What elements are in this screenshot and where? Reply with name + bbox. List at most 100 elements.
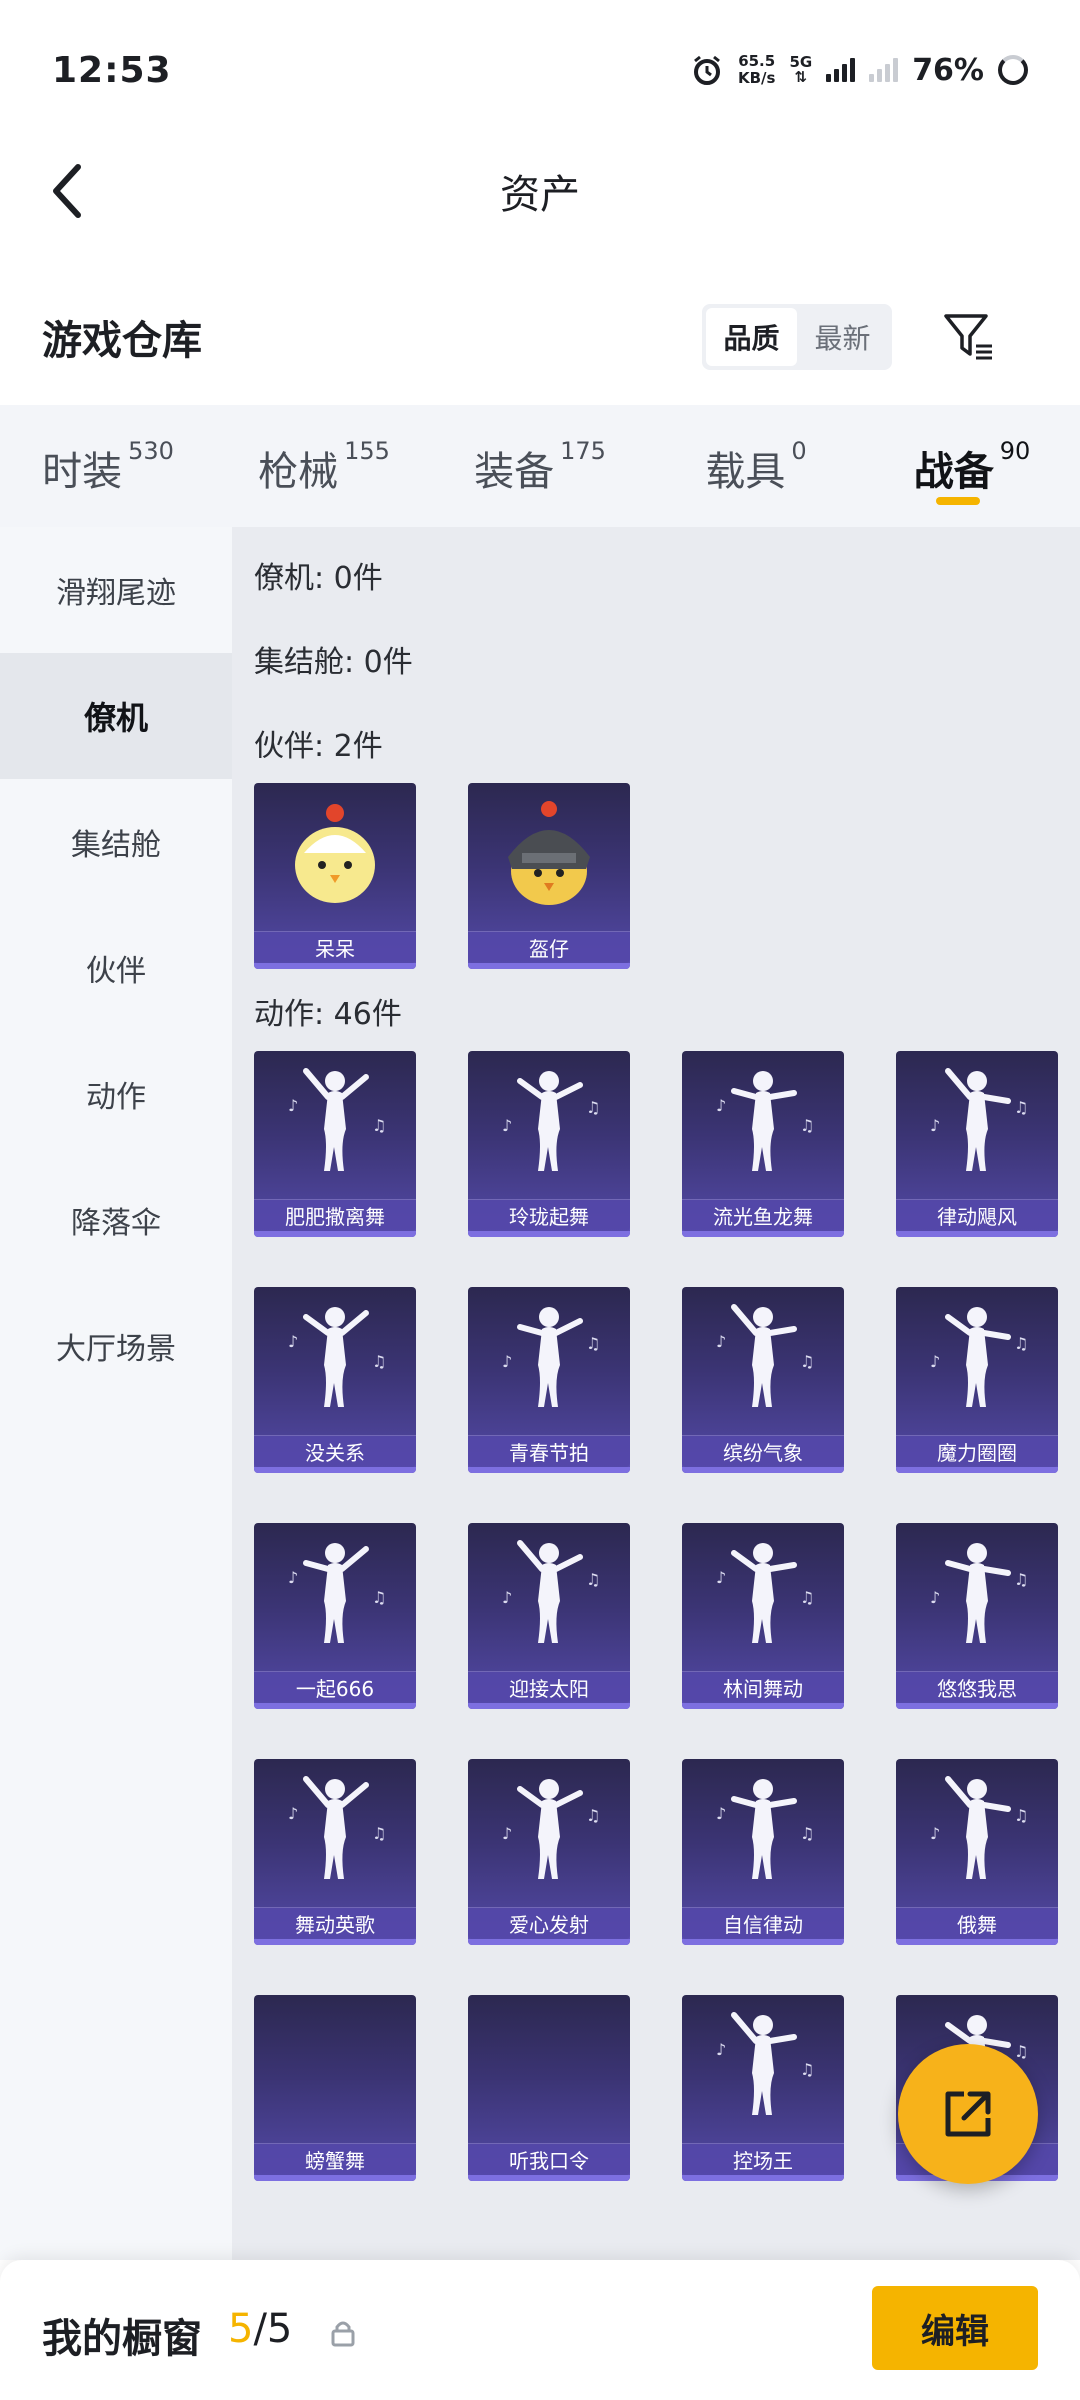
battery-level: 76% bbox=[912, 52, 984, 88]
dancer-figure-icon: ♪ ♫ bbox=[502, 1307, 600, 1407]
section-emote-title: 动作: 46件 bbox=[254, 997, 402, 1032]
tab-combat-gear[interactable]: 战备 90 bbox=[864, 405, 1080, 527]
dancer-figure-icon: ♪ ♫ bbox=[930, 1307, 1028, 1407]
item-name: 螃蟹舞 bbox=[254, 2143, 416, 2175]
tab-label: 时装 bbox=[42, 449, 123, 495]
svg-text:♫: ♫ bbox=[372, 1824, 386, 1843]
sort-quality-button[interactable]: 品质 bbox=[706, 308, 797, 366]
svg-text:♫: ♫ bbox=[800, 1116, 814, 1135]
emote-card[interactable]: ♪ ♫ 玲珑起舞 bbox=[468, 1051, 630, 1237]
subnav-capsule[interactable]: 集结舱 bbox=[0, 779, 232, 905]
item-name: 舞动英歌 bbox=[254, 1907, 416, 1939]
dancer-figure-icon: ♪ ♫ bbox=[502, 1779, 600, 1879]
tab-firearms[interactable]: 枪械 155 bbox=[216, 405, 432, 527]
subnav-parachute[interactable]: 降落伞 bbox=[0, 1157, 232, 1283]
emote-card[interactable]: 螃蟹舞 bbox=[254, 1995, 416, 2181]
filter-button[interactable] bbox=[940, 308, 996, 364]
external-link-icon bbox=[945, 2091, 991, 2137]
emote-card[interactable]: ♪ ♫ 青春节拍 bbox=[468, 1287, 630, 1473]
item-name: 缤纷气象 bbox=[682, 1435, 844, 1467]
share-fab-button[interactable] bbox=[898, 2044, 1038, 2184]
svg-text:♪: ♪ bbox=[288, 1568, 298, 1587]
dancer-figure-icon: ♪ ♫ bbox=[716, 1543, 814, 1643]
showcase-label: 我的橱窗 bbox=[42, 2316, 202, 2362]
emote-card[interactable]: ♪ ♫ 肥肥撒离舞 bbox=[254, 1051, 416, 1237]
svg-text:♫: ♫ bbox=[800, 1352, 814, 1371]
warehouse-title: 游戏仓库 bbox=[42, 318, 202, 364]
svg-text:♫: ♫ bbox=[800, 1824, 814, 1843]
subnav-lobby-scene[interactable]: 大厅场景 bbox=[0, 1283, 232, 1409]
subnav-glide-trail[interactable]: 滑翔尾迹 bbox=[0, 527, 232, 653]
signal-strong-icon bbox=[826, 58, 856, 82]
showcase-count: 5/5 bbox=[228, 2306, 292, 2352]
section-wingman-title: 僚机: 0件 bbox=[254, 561, 383, 596]
dancer-figure-icon: ♪ ♫ bbox=[288, 1307, 386, 1407]
emote-card[interactable]: ♪ ♫ 控场王 bbox=[682, 1995, 844, 2181]
dancer-figure-icon: ♪ ♫ bbox=[288, 1068, 386, 1171]
chick-partner-icon bbox=[295, 804, 375, 903]
tab-fashion[interactable]: 时装 530 bbox=[0, 405, 216, 527]
showcase-bar: 我的橱窗 5/5 编辑 bbox=[0, 2260, 1080, 2400]
item-name: 悠悠我思 bbox=[896, 1671, 1058, 1703]
emote-card[interactable]: ♪ ♫ 一起666 bbox=[254, 1523, 416, 1709]
svg-text:♪: ♪ bbox=[930, 1588, 940, 1607]
emote-card[interactable]: 听我口令 bbox=[468, 1995, 630, 2181]
emote-card[interactable]: ♪ ♫ 俄舞 bbox=[896, 1759, 1058, 1945]
item-grid-panel: 僚机: 0件 集结舱: 0件 伙伴: 2件 呆呆 盔仔 动作: 46件 ♪ ♫ … bbox=[232, 527, 1080, 2260]
emote-card[interactable]: ♪ ♫ 流光鱼龙舞 bbox=[682, 1051, 844, 1237]
speed-unit: KB/s bbox=[737, 69, 776, 87]
tab-vehicles[interactable]: 载具 0 bbox=[648, 405, 864, 527]
emote-card[interactable]: ♪ ♫ 爱心发射 bbox=[468, 1759, 630, 1945]
dancer-figure-icon: ♪ ♫ bbox=[930, 1776, 1028, 1879]
tab-equipment[interactable]: 装备 175 bbox=[432, 405, 648, 527]
subnav-wingman[interactable]: 僚机 bbox=[0, 653, 232, 779]
svg-text:♫: ♫ bbox=[1014, 2042, 1028, 2061]
status-bar: 12:53 65.5 KB/s 5G ⇅ 76% bbox=[0, 0, 1080, 140]
svg-text:♪: ♪ bbox=[502, 1116, 512, 1135]
battery-icon bbox=[998, 55, 1028, 85]
svg-text:♪: ♪ bbox=[716, 1804, 726, 1823]
svg-text:♫: ♫ bbox=[800, 1588, 814, 1607]
item-name: 盔仔 bbox=[468, 931, 630, 963]
item-name: 青春节拍 bbox=[468, 1435, 630, 1467]
emote-card[interactable]: ♪ ♫ 自信律动 bbox=[682, 1759, 844, 1945]
data-arrows-icon: ⇅ bbox=[794, 68, 808, 86]
sort-newest-button[interactable]: 最新 bbox=[797, 308, 888, 366]
partner-card-daidai[interactable]: 呆呆 bbox=[254, 783, 416, 969]
emote-card[interactable]: ♪ ♫ 舞动英歌 bbox=[254, 1759, 416, 1945]
emote-card[interactable]: ♪ ♫ 魔力圈圈 bbox=[896, 1287, 1058, 1473]
helmet-chick-partner-icon bbox=[508, 801, 590, 905]
svg-text:♫: ♫ bbox=[586, 1334, 600, 1353]
emote-card[interactable]: ♪ ♫ 林间舞动 bbox=[682, 1523, 844, 1709]
subnav-emote[interactable]: 动作 bbox=[0, 1031, 232, 1157]
svg-text:♫: ♫ bbox=[372, 1116, 386, 1135]
sort-toggle: 品质 最新 bbox=[702, 304, 892, 370]
section-partner-title: 伙伴: 2件 bbox=[254, 729, 383, 764]
emote-card[interactable]: ♪ ♫ 律动飓风 bbox=[896, 1051, 1058, 1237]
warehouse-header: 游戏仓库 品质 最新 bbox=[0, 290, 1080, 390]
emote-card[interactable]: ♪ ♫ 迎接太阳 bbox=[468, 1523, 630, 1709]
svg-text:♫: ♫ bbox=[586, 1098, 600, 1117]
emote-card[interactable]: ♪ ♫ 缤纷气象 bbox=[682, 1287, 844, 1473]
showcase-current: 5 bbox=[228, 2306, 254, 2352]
item-name: 肥肥撒离舞 bbox=[254, 1199, 416, 1231]
svg-text:♪: ♪ bbox=[930, 1824, 940, 1843]
partner-card-kuizai[interactable]: 盔仔 bbox=[468, 783, 630, 969]
emote-card[interactable]: ♪ ♫ 没关系 bbox=[254, 1287, 416, 1473]
signal-weak-icon bbox=[869, 58, 899, 82]
svg-text:♪: ♪ bbox=[502, 1824, 512, 1843]
category-tabs: 时装 530 枪械 155 装备 175 载具 0 战备 90 bbox=[0, 405, 1080, 527]
subnav-partner[interactable]: 伙伴 bbox=[0, 905, 232, 1031]
filter-icon bbox=[944, 314, 992, 360]
dancer-figure-icon: ♪ ♫ bbox=[288, 1776, 386, 1879]
item-name: 魔力圈圈 bbox=[896, 1435, 1058, 1467]
tab-count: 155 bbox=[344, 437, 390, 465]
emote-card[interactable]: ♪ ♫ 悠悠我思 bbox=[896, 1523, 1058, 1709]
svg-text:♪: ♪ bbox=[288, 1804, 298, 1823]
network-speed: 65.5 KB/s bbox=[738, 53, 775, 87]
svg-text:♪: ♪ bbox=[716, 1568, 726, 1587]
svg-text:♪: ♪ bbox=[502, 1588, 512, 1607]
tab-label: 装备 bbox=[474, 449, 555, 495]
edit-button[interactable]: 编辑 bbox=[872, 2286, 1038, 2370]
svg-text:♪: ♪ bbox=[930, 1352, 940, 1371]
